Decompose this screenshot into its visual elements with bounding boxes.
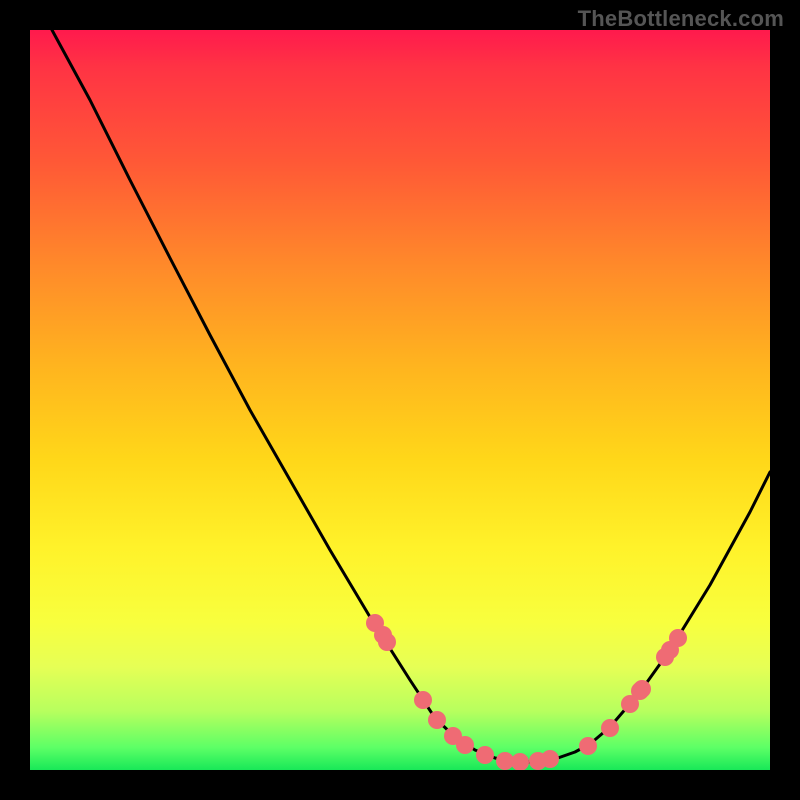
- plot-area: [30, 30, 770, 770]
- curve-marker: [579, 737, 597, 755]
- curve-marker: [378, 633, 396, 651]
- curve-marker: [601, 719, 619, 737]
- curve-marker: [476, 746, 494, 764]
- curve-marker: [633, 680, 651, 698]
- curve-marker: [541, 750, 559, 768]
- bottleneck-curve-svg: [30, 30, 770, 770]
- curve-marker: [456, 736, 474, 754]
- curve-marker: [669, 629, 687, 647]
- curve-marker: [428, 711, 446, 729]
- curve-markers: [366, 614, 687, 770]
- chart-frame: TheBottleneck.com: [0, 0, 800, 800]
- watermark-text: TheBottleneck.com: [578, 6, 784, 32]
- curve-marker: [414, 691, 432, 709]
- curve-marker: [511, 753, 529, 770]
